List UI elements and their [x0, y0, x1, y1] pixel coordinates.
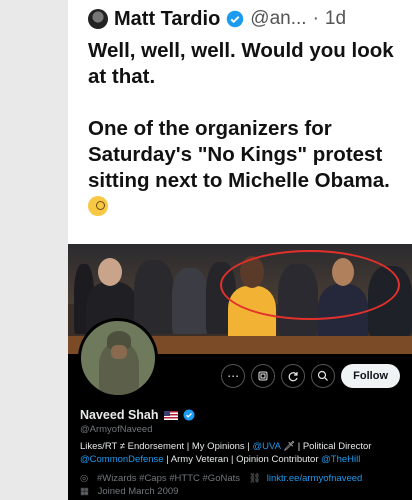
subscribe-button[interactable]: [281, 364, 306, 388]
uva-emoji-icon: 🗡: [283, 441, 296, 452]
author-avatar[interactable]: [88, 9, 108, 29]
tweet-paragraph-2: One of the organizers for Saturday's "No…: [88, 116, 406, 220]
tweet-header: Matt Tardio @an... · 1d: [88, 6, 346, 32]
tweet-timestamp[interactable]: 1d: [325, 8, 346, 30]
profile-name: Naveed Shah: [80, 408, 159, 422]
highlight-ellipse: [220, 250, 400, 320]
more-button[interactable]: ⋯: [221, 364, 246, 388]
tweet-paragraph-1: Well, well, well. Would you look at that…: [88, 39, 394, 88]
profile-handle: @ArmyofNaveed: [80, 424, 153, 435]
profile-avatar[interactable]: [78, 318, 158, 398]
profile-meta: ◎ #Wizards #Caps #HTTC #GoNats ⛓ linktr.e…: [80, 472, 410, 498]
refresh-icon: [288, 372, 298, 382]
search-button[interactable]: [311, 364, 336, 388]
follow-button[interactable]: Follow: [341, 364, 400, 388]
bio-text: Likes/RT ≠ Endorsement | My Opinions |: [80, 441, 253, 452]
more-icon: ⋯: [227, 369, 240, 383]
bio-text: | Army Veteran | Opinion Contributor: [163, 454, 322, 465]
profile-joined: Joined March 2009: [97, 486, 179, 497]
search-icon: [318, 370, 329, 381]
location-icon: ◎: [80, 473, 89, 484]
grok-button[interactable]: [251, 364, 276, 388]
profile-name-row: Naveed Shah: [80, 408, 195, 422]
profile-website[interactable]: linktr.ee/armyofnaveed: [267, 473, 363, 484]
verified-badge-icon: [227, 10, 244, 28]
profile-bio: Likes/RT ≠ Endorsement | My Opinions | @…: [80, 440, 405, 466]
verified-badge-icon: [183, 409, 195, 421]
calendar-icon: ▦: [80, 486, 89, 497]
profile-actions: ⋯ Follow: [221, 364, 400, 388]
author-name[interactable]: Matt Tardio: [114, 8, 220, 31]
tweet-card: Matt Tardio @an... · 1d Well, well, well…: [68, 0, 412, 500]
tweet-body: Well, well, well. Would you look at that…: [88, 38, 406, 220]
link-icon: ⛓: [248, 473, 261, 484]
bio-text: | Political Director: [295, 441, 372, 452]
tweet-paragraph-2-text: One of the organizers for Saturday's "No…: [88, 117, 390, 192]
separator: ·: [312, 8, 319, 29]
bio-link-uva[interactable]: @UVA: [252, 441, 280, 452]
author-handle[interactable]: @an...: [250, 8, 306, 30]
monocle-face-emoji-icon: [88, 196, 108, 216]
profile-screenshot[interactable]: ⋯ Follow Naveed Shah @ArmyofNaveed Likes…: [68, 244, 412, 500]
profile-location: #Wizards #Caps #HTTC #GoNats: [96, 473, 241, 484]
grok-icon: [258, 371, 268, 381]
us-flag-icon: [163, 410, 178, 420]
bio-link-commondefense[interactable]: @CommonDefense: [80, 454, 164, 465]
bio-link-thehill[interactable]: @TheHill: [321, 454, 360, 465]
